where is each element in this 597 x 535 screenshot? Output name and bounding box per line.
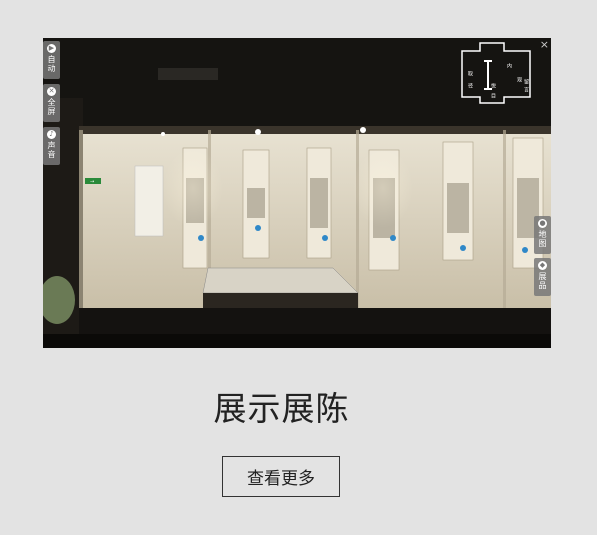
logo-char-5: 内	[506, 63, 512, 68]
museum-logo: 取 径 悦 目 内 观 留 言	[460, 41, 532, 105]
logo-char-8: 言	[523, 87, 529, 92]
section-title: 展示展陈	[213, 389, 350, 428]
autoplay-control[interactable]: ▶ 自动	[43, 41, 60, 79]
exit-sign: →	[90, 179, 94, 185]
fullscreen-label: 全屏	[47, 98, 56, 116]
fullscreen-icon: ✕	[47, 87, 56, 96]
auto-play-icon: ▶	[47, 44, 56, 53]
fullscreen-control[interactable]: ✕ 全屏	[43, 84, 60, 122]
logo-char-4: 目	[490, 93, 496, 98]
autoplay-label: 自动	[47, 55, 56, 73]
exhibit-label: 展品	[538, 272, 547, 290]
exhibit-vase-icon: ◆	[538, 261, 547, 270]
logo-char-6: 观	[516, 77, 522, 82]
sound-icon: ♪	[47, 130, 56, 139]
exhibit-control[interactable]: ◆ 展品	[534, 258, 551, 296]
logo-char-7: 留	[523, 79, 529, 84]
sound-control[interactable]: ♪ 声音	[43, 127, 60, 165]
close-icon[interactable]: ×	[540, 38, 549, 51]
panorama-viewer[interactable]: → ▶ 自动 ✕ 全屏 ♪ 声音 ● 地图 ◆ 展品 × 取 径 悦 目 内 观…	[43, 38, 551, 348]
view-more-button[interactable]: 查看更多	[222, 456, 340, 497]
sound-label: 声音	[47, 141, 56, 159]
logo-char-1: 取	[467, 71, 473, 76]
map-label: 地图	[538, 230, 547, 248]
logo-char-3: 悦	[490, 83, 496, 88]
map-control[interactable]: ● 地图	[534, 216, 551, 254]
map-pin-icon: ●	[538, 219, 547, 228]
logo-char-2: 径	[467, 83, 473, 88]
